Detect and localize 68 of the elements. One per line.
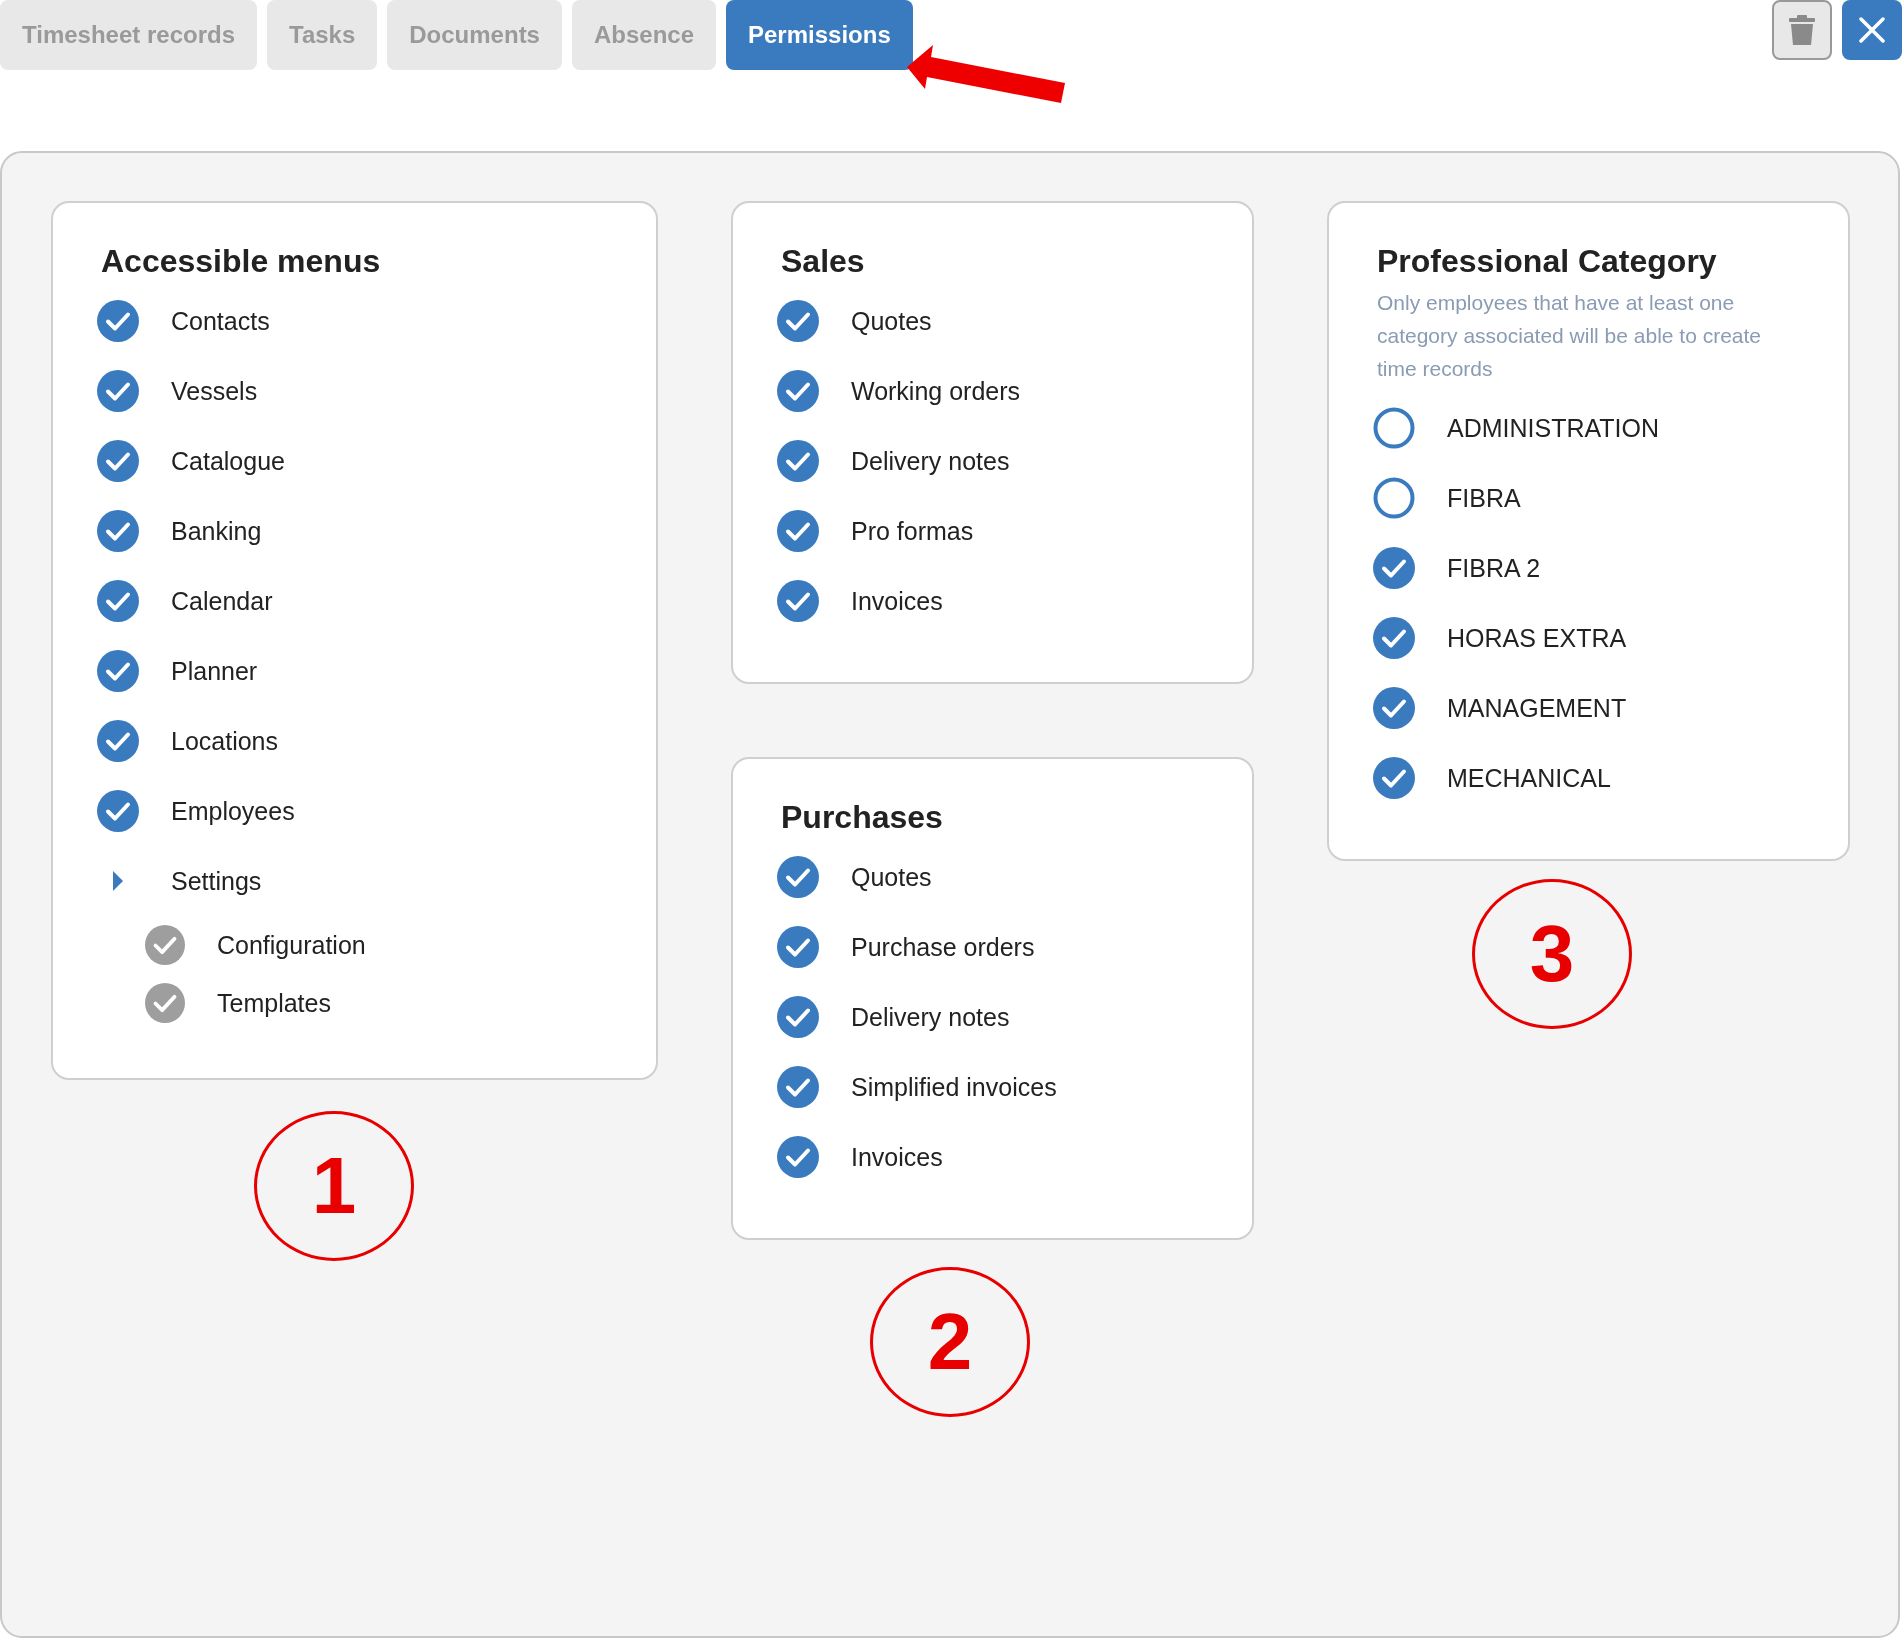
tab[interactable]: Absence bbox=[571, 0, 716, 70]
annotation-number: 1 bbox=[254, 1111, 414, 1261]
card-title: Accessible menus bbox=[101, 243, 382, 280]
card-title: Purchases bbox=[781, 799, 944, 836]
checked-checkbox[interactable] bbox=[1373, 757, 1415, 799]
checkbox-label: Pro formas bbox=[851, 516, 974, 546]
checkbox-label: Employees bbox=[171, 796, 295, 826]
trash-icon bbox=[1789, 15, 1815, 45]
card-title: Sales bbox=[781, 243, 866, 280]
checkbox-label: MECHANICAL bbox=[1447, 763, 1611, 793]
tab[interactable]: Documents bbox=[387, 0, 562, 70]
checkbox-label: MANAGEMENT bbox=[1447, 693, 1627, 723]
checked-checkbox[interactable] bbox=[97, 370, 139, 412]
checkbox-label: Catalogue bbox=[171, 446, 285, 476]
checked-checkbox[interactable] bbox=[97, 510, 139, 552]
checked-checkbox[interactable] bbox=[777, 370, 819, 412]
checked-checkbox[interactable] bbox=[777, 856, 819, 898]
checkbox-label: FIBRA bbox=[1447, 483, 1521, 513]
checked-checkbox[interactable] bbox=[1373, 687, 1415, 729]
checkbox-label: Invoices bbox=[851, 586, 943, 616]
checkbox-label: Delivery notes bbox=[851, 1002, 1010, 1032]
close-icon bbox=[1859, 17, 1885, 43]
tab[interactable]: Timesheet records bbox=[0, 0, 257, 70]
card-description: Only employees that have at least one category associated will be able to create time records bbox=[1377, 290, 1763, 382]
checked-checkbox[interactable] bbox=[777, 1136, 819, 1178]
group-label: Settings bbox=[171, 866, 262, 896]
delete-button[interactable] bbox=[1772, 0, 1832, 60]
annotation-number: 2 bbox=[870, 1267, 1030, 1417]
checkbox-label: Banking bbox=[171, 516, 262, 546]
checked-checkbox[interactable] bbox=[97, 790, 139, 832]
checked-checkbox[interactable] bbox=[97, 580, 139, 622]
checkbox-label: Working orders bbox=[851, 376, 1021, 406]
checkbox-label: Invoices bbox=[851, 1142, 943, 1172]
checkbox-label: Simplified invoices bbox=[851, 1072, 1057, 1102]
checked-checkbox[interactable] bbox=[777, 440, 819, 482]
checkbox-label: Purchase orders bbox=[851, 932, 1035, 962]
checked-checkbox[interactable] bbox=[777, 580, 819, 622]
checked-checkbox[interactable] bbox=[97, 720, 139, 762]
checkbox-label: Calendar bbox=[171, 586, 273, 616]
close-button[interactable] bbox=[1842, 0, 1902, 60]
tab[interactable]: Tasks bbox=[267, 0, 378, 70]
unchecked-checkbox[interactable] bbox=[1373, 407, 1415, 449]
checkbox-label: Locations bbox=[171, 726, 279, 756]
checked-checkbox[interactable] bbox=[777, 996, 819, 1038]
checked-checkbox[interactable] bbox=[1373, 547, 1415, 589]
checkbox-label: Quotes bbox=[851, 306, 932, 336]
checkbox-label: Delivery notes bbox=[851, 446, 1010, 476]
checked-checkbox[interactable] bbox=[777, 926, 819, 968]
checkbox-label: Templates bbox=[217, 988, 331, 1018]
checked-checkbox[interactable] bbox=[97, 650, 139, 692]
checked-checkbox[interactable] bbox=[1373, 617, 1415, 659]
checkbox-label: Quotes bbox=[851, 862, 932, 892]
annotation-number: 3 bbox=[1472, 879, 1632, 1029]
checked-checkbox[interactable] bbox=[97, 440, 139, 482]
card-title: Professional Category bbox=[1377, 243, 1718, 280]
tab[interactable]: Permissions bbox=[726, 0, 913, 70]
checked-checkbox[interactable] bbox=[97, 300, 139, 342]
checkbox-label: HORAS EXTRA bbox=[1447, 623, 1627, 653]
checkbox-label: FIBRA 2 bbox=[1447, 553, 1541, 583]
checkbox-label: Planner bbox=[171, 656, 258, 686]
checked-checkbox[interactable] bbox=[777, 1066, 819, 1108]
checkbox-label: Vessels bbox=[171, 376, 258, 406]
checkbox-label: ADMINISTRATION bbox=[1447, 413, 1660, 443]
unchecked-checkbox[interactable] bbox=[1373, 477, 1415, 519]
checkbox-label: Configuration bbox=[217, 930, 366, 960]
checked-checkbox[interactable] bbox=[777, 300, 819, 342]
checked-checkbox[interactable] bbox=[777, 510, 819, 552]
checkbox-label: Contacts bbox=[171, 306, 270, 336]
